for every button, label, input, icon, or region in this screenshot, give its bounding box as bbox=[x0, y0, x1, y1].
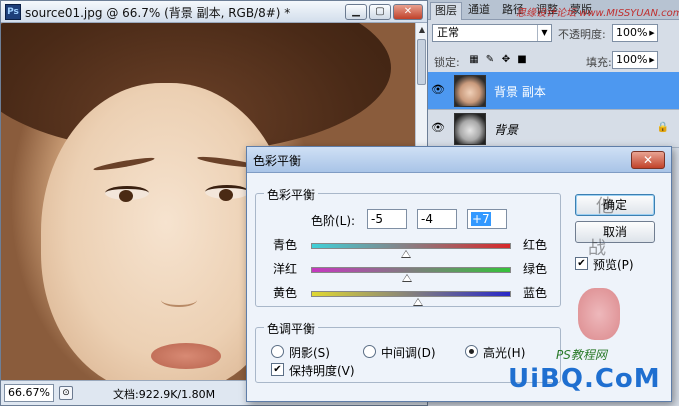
photo-left-eye bbox=[105, 186, 149, 202]
chevron-down-icon: ▼ bbox=[537, 25, 551, 41]
scroll-thumb[interactable] bbox=[417, 39, 426, 85]
slider-handle[interactable] bbox=[401, 250, 411, 258]
level-cyan-red-input[interactable]: -5 bbox=[367, 209, 407, 229]
slider-track[interactable] bbox=[311, 291, 511, 297]
radio-highlights-label: 高光(H) bbox=[483, 346, 526, 360]
document-title: source01.jpg @ 66.7% (背景 副本, RGB/8#) * bbox=[25, 6, 291, 20]
lock-transparent-icon[interactable]: ▦ bbox=[468, 54, 480, 66]
photo-right-eye bbox=[205, 185, 249, 201]
eye-icon[interactable]: 👁 bbox=[430, 82, 446, 98]
restore-button[interactable]: ▢ bbox=[369, 4, 391, 20]
layer-row-background-copy[interactable]: 👁 背景 副本 bbox=[428, 72, 679, 110]
slider-track[interactable] bbox=[311, 267, 511, 273]
slider-left-label: 黄色 bbox=[273, 286, 298, 300]
opacity-dropdown-icon[interactable]: ▶ bbox=[647, 25, 657, 41]
preview-checkbox[interactable]: ✔ bbox=[575, 257, 588, 270]
lock-image-icon[interactable]: ✎ bbox=[484, 54, 496, 66]
lock-label: 锁定: bbox=[434, 56, 460, 69]
zoom-input[interactable]: 66.67% bbox=[4, 384, 54, 402]
opacity-label: 不透明度: bbox=[558, 28, 606, 41]
lock-position-icon[interactable]: ✥ bbox=[500, 54, 512, 66]
opacity-input[interactable]: 100% ▶ bbox=[612, 24, 658, 42]
color-balance-legend: 色彩平衡 bbox=[264, 186, 319, 203]
ok-button[interactable]: 确定 bbox=[575, 194, 655, 216]
layer-thumbnail bbox=[454, 113, 486, 145]
slider-right-label: 绿色 bbox=[523, 262, 548, 276]
scroll-up-icon[interactable]: ▲ bbox=[416, 23, 428, 37]
slider-right-label: 红色 bbox=[523, 238, 548, 252]
fill-input[interactable]: 100% ▶ bbox=[612, 51, 658, 69]
slider-handle[interactable] bbox=[402, 274, 412, 282]
fill-value: 100% bbox=[616, 53, 648, 66]
lock-all-icon[interactable]: ■ bbox=[516, 54, 528, 66]
panel-tabs: 图层 通道 路径 调整 蒙版 思缘设计论坛 www.MISSYUAN.com bbox=[428, 0, 679, 20]
forum-watermark: 思缘设计论坛 www.MISSYUAN.com bbox=[516, 8, 679, 19]
photo-nose bbox=[161, 293, 197, 307]
cancel-button[interactable]: 取消 bbox=[575, 221, 655, 243]
fill-dropdown-icon[interactable]: ▶ bbox=[647, 52, 657, 68]
tone-balance-legend: 色调平衡 bbox=[264, 320, 319, 337]
layer-thumbnail bbox=[454, 75, 486, 107]
slider-left-label: 青色 bbox=[273, 238, 298, 252]
blend-mode-select[interactable]: 正常 ▼ bbox=[432, 24, 552, 42]
preserve-luminosity-label: 保持明度(V) bbox=[289, 364, 355, 378]
dialog-title: 色彩平衡 bbox=[253, 154, 302, 168]
document-size: 文档:922.9K/1.80M bbox=[113, 388, 216, 401]
site-watermark: PS教程网 bbox=[556, 348, 607, 362]
red-seal-icon bbox=[578, 288, 620, 340]
radio-midtones[interactable] bbox=[363, 345, 376, 358]
radio-midtones-label: 中间调(D) bbox=[381, 346, 436, 360]
levels-label: 色阶(L): bbox=[311, 214, 356, 228]
photoshop-logo-icon: Ps bbox=[5, 4, 21, 20]
tab-channels[interactable]: 通道 bbox=[464, 2, 494, 20]
radio-shadows[interactable] bbox=[271, 345, 284, 358]
level-yellow-blue-value: +7 bbox=[471, 212, 491, 226]
blend-mode-value: 正常 bbox=[437, 26, 459, 39]
dialog-titlebar[interactable]: 色彩平衡 ✕ bbox=[247, 147, 671, 173]
layer-name: 背景 bbox=[494, 123, 519, 137]
radio-highlights[interactable] bbox=[465, 345, 478, 358]
document-titlebar[interactable]: Ps source01.jpg @ 66.7% (背景 副本, RGB/8#) … bbox=[1, 1, 427, 23]
close-window-button[interactable]: ✕ bbox=[393, 4, 423, 20]
slider-track[interactable] bbox=[311, 243, 511, 249]
opacity-value: 100% bbox=[616, 26, 648, 39]
radio-shadows-label: 阴影(S) bbox=[289, 346, 330, 360]
tab-layers[interactable]: 图层 bbox=[430, 2, 462, 20]
lock-icon: 🔒 bbox=[656, 122, 669, 133]
slider-handle[interactable] bbox=[413, 298, 423, 306]
minimize-button[interactable]: ▁ bbox=[345, 4, 367, 20]
fill-label: 填充: bbox=[586, 56, 612, 69]
level-magenta-green-input[interactable]: -4 bbox=[417, 209, 457, 229]
eye-icon[interactable]: 👁 bbox=[430, 120, 446, 136]
brand-watermark: UiBQ.CoM bbox=[508, 364, 661, 394]
photo-lips bbox=[151, 343, 221, 369]
status-menu-icon[interactable]: ⊙ bbox=[59, 386, 73, 400]
layer-row-background[interactable]: 👁 背景 🔒 bbox=[428, 110, 679, 148]
calligraphy-mark-icon: 战 bbox=[588, 238, 606, 259]
slider-left-label: 洋红 bbox=[273, 262, 298, 276]
dialog-close-button[interactable]: ✕ bbox=[631, 151, 665, 169]
layer-name: 背景 副本 bbox=[494, 85, 546, 99]
level-yellow-blue-input[interactable]: +7 bbox=[467, 209, 507, 229]
calligraphy-mark-icon: 他 bbox=[596, 196, 614, 217]
slider-right-label: 蓝色 bbox=[523, 286, 548, 300]
preserve-luminosity-checkbox[interactable]: ✔ bbox=[271, 363, 284, 376]
